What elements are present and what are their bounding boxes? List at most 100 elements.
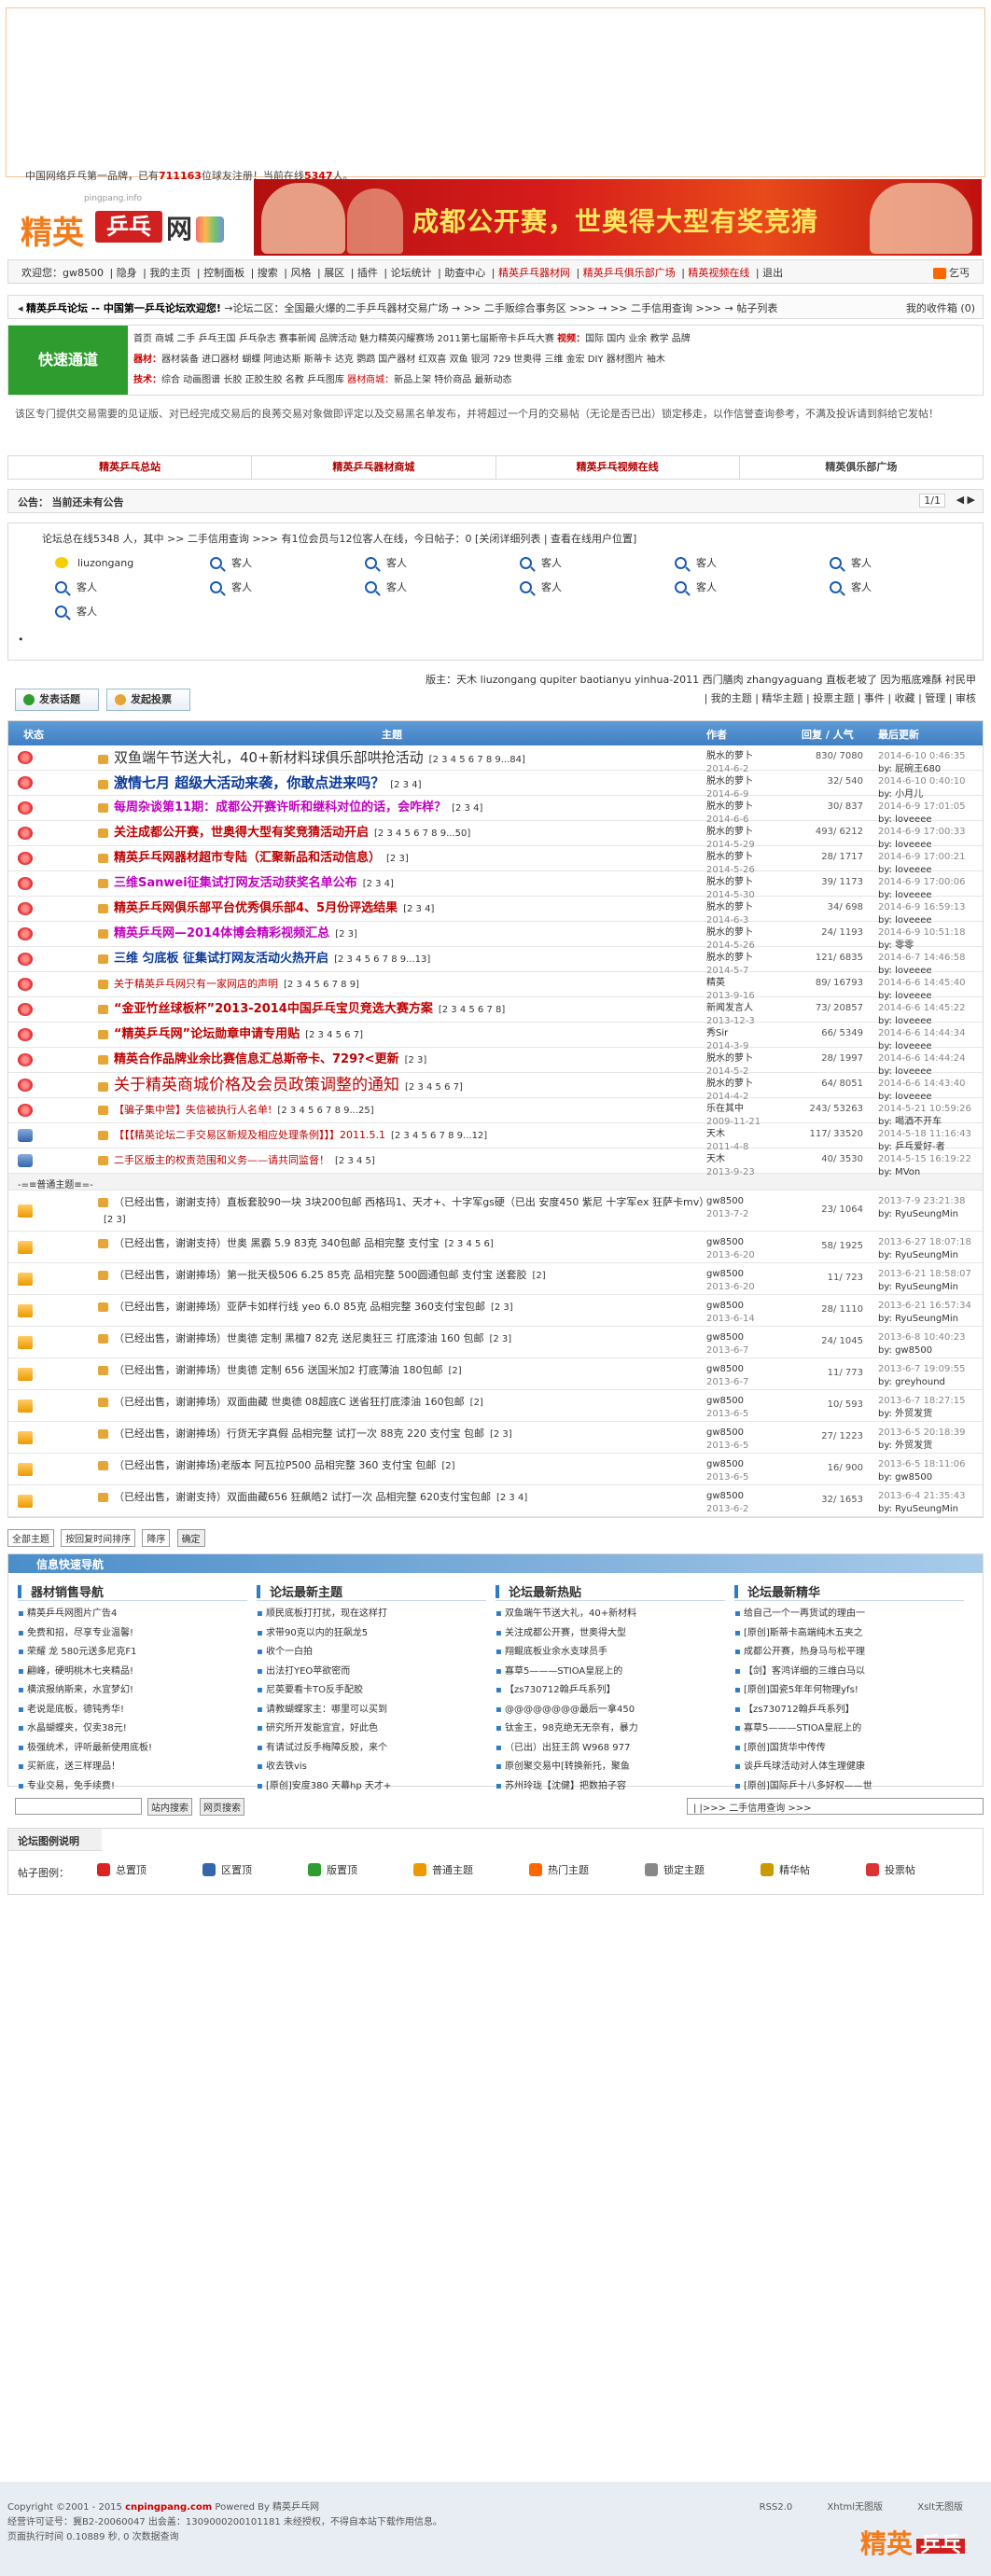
author-name[interactable]: gw8500	[706, 1490, 748, 1503]
xslt-link[interactable]: Xslt无图版	[917, 2502, 963, 2513]
topic-pages[interactable]: [2]	[441, 1461, 454, 1471]
topic-title-link[interactable]: 关于精英乒乓网只有一家网店的声明	[114, 978, 278, 990]
topic-pages[interactable]: [2 3]	[104, 1215, 126, 1225]
rss-subscribe[interactable]: 乞丐	[933, 265, 972, 280]
new-poll-button[interactable]: 发起投票	[106, 689, 190, 711]
topic-title-link[interactable]: （已经出售，谢谢捧场)老版本 阿瓦拉P500 品相完整 360 支付宝 包邮	[114, 1459, 436, 1471]
topic-title-link[interactable]: 三维 匀底板 征集试打网友活动火热开启	[114, 952, 328, 966]
topic-title-link[interactable]: 精英乒乓网俱乐部平台优秀俱乐部4、5月份评选结果	[114, 901, 398, 915]
topic-filters[interactable]: | 我的主题 | 精华主题 | 投票主题 | 事件 | 收藏 | 管理 | 审核	[705, 690, 976, 705]
topic-pages[interactable]: [2 3 4 5 6 7 8 9...13]	[334, 954, 430, 965]
topic-pages[interactable]: [2 3]	[490, 1429, 512, 1440]
author-name[interactable]: gw8500	[706, 1395, 748, 1408]
search-input[interactable]	[15, 1798, 142, 1815]
topic-title-link[interactable]: （已经出售，谢谢捧场）亚萨卡如样行线 yeo 6.0 85克 品相完整 360支…	[114, 1301, 485, 1313]
info-list-item[interactable]: 请教蝴蝶家主：哪里可以买到	[257, 1701, 486, 1720]
topic-pages[interactable]: [2 3]	[335, 929, 357, 940]
info-list-item[interactable]: 原创聚交易中[转换新托，聚鱼	[496, 1758, 725, 1777]
user-nav-hot-item[interactable]: 精英乒乓器材网	[498, 267, 570, 279]
topic-title-link[interactable]: 精英乒乓网器材超市专陆（汇聚新品和活动信息）	[114, 851, 381, 865]
user-nav-item[interactable]: 隐身	[117, 267, 137, 279]
xhtml-link[interactable]: Xhtml无图版	[827, 2502, 883, 2513]
author-name[interactable]: gw8500	[706, 1427, 748, 1440]
info-list-item[interactable]: 寡草5———STIOA皇屁上的	[734, 1720, 964, 1739]
topic-pages[interactable]: [2 3 4 5 6 7]	[305, 1030, 363, 1040]
last-post-time[interactable]: 2013-6-27 18:07:18	[878, 1236, 971, 1249]
info-list-item[interactable]: 水晶蝴蝶夹，仅卖38元!	[18, 1720, 247, 1739]
topic-pages[interactable]: [2 3 4 5 6 7 8 9...12]	[391, 1131, 487, 1141]
tab-video[interactable]: 精英乒乓视频在线	[496, 456, 740, 479]
topic-type-select[interactable]: 全部主题	[7, 1529, 54, 1547]
banner-ad[interactable]: 成都公开赛，世奥得大型有奖竞猜	[254, 179, 982, 256]
topic-title-link[interactable]: “金亚竹丝球板杯”2013-2014中国乒乓宝贝竞选大赛方案	[114, 1002, 433, 1016]
last-post-time[interactable]: 2013-6-4 21:35:43	[878, 1490, 965, 1503]
info-list-item[interactable]: 荣耀 龙 580元送多尼克F1	[18, 1643, 247, 1663]
last-post-time[interactable]: 2013-6-7 18:27:15	[878, 1395, 965, 1408]
topic-pages[interactable]: [2 3]	[405, 1055, 427, 1065]
announcement-arrows-icon[interactable]: ◀ ▶	[956, 494, 975, 506]
user-nav-item[interactable]: 欢迎您：gw8500	[21, 267, 104, 279]
info-list-item[interactable]: 专业交易，免手续费!	[18, 1777, 247, 1797]
info-list-item[interactable]: 翔鲲底板业余水支球员手	[496, 1643, 725, 1663]
user-nav-item[interactable]: 助查中心	[444, 267, 485, 279]
user-nav-item[interactable]: 插件	[357, 267, 378, 279]
info-list-item[interactable]: 【zs730712翰乒乓系列】	[496, 1681, 725, 1701]
moderators[interactable]: 版主：天木 liuzongang qupiter baotianyu yinhu…	[426, 672, 976, 687]
order-select[interactable]: 降序	[142, 1529, 171, 1547]
topic-title-link[interactable]: （已经出售，谢谢支持）直板套胶90一块 3块200包邮 西格玛1、天才+、十字军…	[114, 1196, 709, 1208]
topic-pages[interactable]: [2 3 4]	[452, 803, 482, 814]
last-post-by[interactable]: by: 外贸发货	[878, 1440, 965, 1453]
last-post-time[interactable]: 2014-6-9 16:59:13	[878, 901, 965, 914]
info-list-item[interactable]: [原创]国瓷5年年何物理yfs!	[734, 1681, 964, 1701]
last-post-time[interactable]: 2014-6-6 14:44:24	[878, 1052, 965, 1065]
user-nav-item[interactable]: 搜索	[258, 267, 278, 279]
user-nav-hot-item[interactable]: 精英视频在线	[688, 267, 749, 279]
last-post-time[interactable]: 2014-6-10 0:40:10	[878, 775, 965, 788]
author-name[interactable]: 脱水的萝卜	[706, 775, 753, 788]
confirm-button[interactable]: 确定	[176, 1529, 205, 1547]
info-list-item[interactable]: （已出）出狂王鸽 W968 977	[496, 1739, 725, 1759]
rss-link[interactable]: RSS2.0	[760, 2502, 793, 2513]
info-list-item[interactable]: 成都公开赛，热身马与松平理	[734, 1643, 964, 1663]
last-post-time[interactable]: 2013-6-7 19:09:55	[878, 1363, 965, 1376]
logout-link[interactable]: 退出	[762, 267, 783, 279]
topic-title-link[interactable]: 二手区版主的权责范围和义务——请共同监督！	[114, 1154, 329, 1166]
topic-pages[interactable]: [2]	[532, 1271, 545, 1281]
last-post-time[interactable]: 2013-6-5 18:11:06	[878, 1458, 965, 1471]
info-list-item[interactable]: 老说是底板，德钝秀华!	[18, 1701, 247, 1720]
tab-equipment-mall[interactable]: 精英乒乓器材商城	[252, 456, 496, 479]
topic-title-link[interactable]: “精英乒乓网”论坛勋章申请专用贴	[114, 1027, 300, 1041]
author-name[interactable]: gw8500	[706, 1195, 748, 1208]
topic-pages[interactable]: [2 3 4 5 6 7 8 9]	[284, 980, 359, 990]
last-post-time[interactable]: 2014-6-6 14:43:40	[878, 1078, 965, 1091]
last-post-time[interactable]: 2014-6-6 14:45:40	[878, 977, 965, 990]
last-post-time[interactable]: 2014-5-15 16:19:22	[878, 1153, 971, 1166]
site-logo[interactable]: pingpang.info 精英 乒乓 网	[19, 188, 224, 252]
quick-row-3-tail[interactable]: 新品上架 特价商品 最新动态	[394, 375, 511, 385]
topic-pages[interactable]: [2 3 4 5 6]	[444, 1239, 493, 1249]
last-post-by[interactable]: by: RyuSeungMin	[878, 1503, 965, 1516]
last-post-time[interactable]: 2014-5-21 10:59:26	[878, 1103, 971, 1116]
topic-pages[interactable]: [2 3 4]	[390, 780, 421, 790]
info-list-item[interactable]: 尼英要看卡TO反手配胶	[257, 1681, 486, 1701]
last-post-time[interactable]: 2014-6-6 14:44:34	[878, 1027, 965, 1040]
topic-title-link[interactable]: 关于精英商城价格及会员政策调整的通知	[114, 1076, 399, 1094]
info-list-item[interactable]: 【剑】客鸿详细的三维白马以	[734, 1663, 964, 1682]
info-list-item[interactable]: 给自己一个一再货试的理由一	[734, 1605, 964, 1624]
web-search-button[interactable]: 网页搜索	[200, 1798, 244, 1816]
topic-title-link[interactable]: （已经出售，谢谢捧场）世奥德 定制 黑檀7 82克 送尼奥狂三 打底漆油 160…	[114, 1332, 483, 1344]
topic-title-link[interactable]: （已经出售，谢谢支持）双面曲藏656 狂飙皓2 试打一次 品相完整 620支付宝…	[114, 1491, 491, 1503]
info-list-item[interactable]: 双鱼端午节送大礼，40+新材料	[496, 1605, 725, 1624]
last-post-time[interactable]: 2014-6-9 17:00:33	[878, 826, 965, 839]
user-nav-item[interactable]: 论坛统计	[391, 267, 432, 279]
user-nav-item[interactable]: 风格	[291, 267, 312, 279]
last-post-time[interactable]: 2014-6-9 17:01:05	[878, 801, 965, 814]
topic-title-link[interactable]: （已经出售，谢谢捧场）双面曲藏 世奥德 08超底C 送省狂打底漆油 160包邮	[114, 1396, 465, 1408]
footer-domain[interactable]: cnpingpang.com	[125, 2502, 212, 2513]
author-name[interactable]: gw8500	[706, 1363, 748, 1376]
author-name[interactable]: 脱水的萝卜	[706, 952, 753, 965]
sort-select[interactable]: 按回复时间排序	[61, 1529, 136, 1547]
info-list-item[interactable]: 研究所开发能宜宜，好此色	[257, 1720, 486, 1739]
author-name[interactable]: 脱水的萝卜	[706, 750, 753, 763]
topic-title-link[interactable]: 精英乒乓网—2014体博会精彩视频汇总	[114, 926, 329, 940]
